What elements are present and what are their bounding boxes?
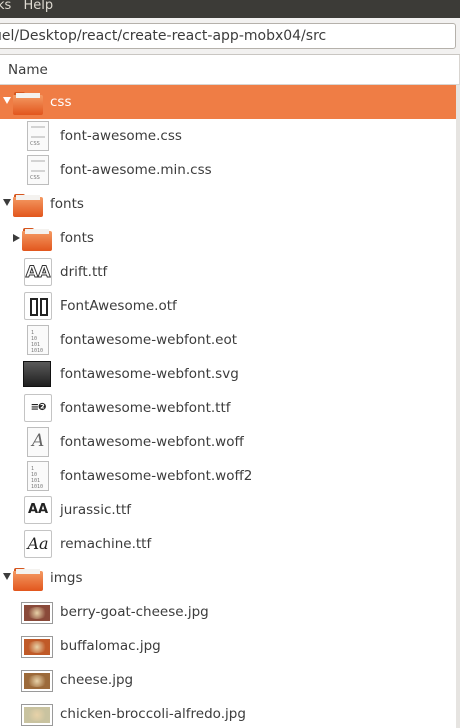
file-row-fontawesome-otf[interactable]: FontAwesome.otf [0,289,456,323]
image-thumbnail-icon [22,631,52,661]
folder-row-css[interactable]: css [0,85,456,119]
binary-file-icon: 1 10 101 1010 [22,461,52,491]
column-header: Name [0,55,460,85]
font-preview-icon: AA [22,495,52,525]
file-row-drift-ttf[interactable]: AA drift.ttf [0,255,456,289]
file-row-fontawesome-webfont-svg[interactable]: fontawesome-webfont.svg [0,357,456,391]
location-input[interactable]: uel/Desktop/react/create-react-app-mobx0… [0,23,456,49]
file-row-remachine-ttf[interactable]: Aa remachine.ttf [0,527,456,561]
css-file-icon: CSS [22,155,52,185]
column-name-header[interactable]: Name [0,55,460,85]
file-row-cheese-jpg[interactable]: cheese.jpg [0,663,456,697]
location-bar: uel/Desktop/react/create-react-app-mobx0… [0,18,460,55]
item-name: css [50,94,72,110]
folder-icon [13,563,43,593]
folder-icon [22,223,52,253]
font-preview-icon: ≡❷ [22,393,52,423]
file-row-fontawesome-webfont-woff2[interactable]: 1 10 101 1010 fontawesome-webfont.woff2 [0,459,456,493]
item-name: font-awesome.min.css [60,162,212,178]
image-thumbnail-icon [22,665,52,695]
image-thumbnail-icon [22,699,52,728]
item-name: fontawesome-webfont.woff2 [60,468,253,484]
font-preview-icon: AA [22,257,52,287]
file-tree: css CSS font-awesome.css CSS font-awesome.mi… [0,85,456,728]
font-preview-icon: Aa [22,529,52,559]
item-name: fonts [60,230,94,246]
item-name: chicken-broccoli-alfredo.jpg [60,706,246,722]
css-file-icon: CSS [22,121,52,151]
folder-row-imgs[interactable]: imgs [0,561,456,595]
svg-file-icon [22,359,52,389]
file-row-fontawesome-webfont-woff[interactable]: Afontawesome-webfont.woff [0,425,456,459]
file-row-fontawesome-webfont-eot[interactable]: 1 10 101 1010 fontawesome-webfont.eot [0,323,456,357]
binary-file-icon: 1 10 101 1010 [22,325,52,355]
expander-open-icon[interactable] [3,97,11,104]
expander-open-icon[interactable] [3,199,11,206]
folder-row-fonts[interactable]: fonts [0,221,456,255]
menu-help[interactable]: Help [19,0,57,12]
folder-row-fonts[interactable]: fonts [0,187,456,221]
image-thumbnail-icon [22,597,52,627]
item-name: fontawesome-webfont.ttf [60,400,231,416]
scrollbar[interactable] [456,85,460,728]
item-name: FontAwesome.otf [60,298,177,314]
file-row-jurassic-ttf[interactable]: AA jurassic.ttf [0,493,456,527]
folder-icon [13,189,43,219]
file-row-buffalomac-jpg[interactable]: buffalomac.jpg [0,629,456,663]
item-name: buffalomac.jpg [60,638,161,654]
item-name: cheese.jpg [60,672,134,688]
item-name: fontawesome-webfont.svg [60,366,239,382]
item-name: drift.ttf [60,264,108,280]
folder-icon [13,87,43,117]
item-name: imgs [50,570,83,586]
file-row-fontawesome-webfont-ttf[interactable]: ≡❷ fontawesome-webfont.ttf [0,391,456,425]
expander-open-icon[interactable] [3,573,11,580]
item-name: fontawesome-webfont.woff [60,434,244,450]
menu-bar: ks Help [0,0,460,18]
expander-closed-icon[interactable] [13,234,20,242]
menu-bookmarks[interactable]: ks [0,0,15,12]
file-row-chicken-broccoli-alfredo-jpg[interactable]: chicken-broccoli-alfredo.jpg [0,697,456,728]
item-name: fonts [50,196,84,212]
font-file-icon: A [22,427,52,457]
item-name: jurassic.ttf [60,502,132,518]
file-row-font-awesome-min-css[interactable]: CSS font-awesome.min.css [0,153,456,187]
font-preview-icon [22,291,52,321]
item-name: remachine.ttf [60,536,152,552]
item-name: font-awesome.css [60,128,182,144]
location-text: uel/Desktop/react/create-react-app-mobx0… [0,28,327,44]
item-name: fontawesome-webfont.eot [60,332,238,348]
file-row-font-awesome-css[interactable]: CSS font-awesome.css [0,119,456,153]
file-row-berry-goat-cheese-jpg[interactable]: berry-goat-cheese.jpg [0,595,456,629]
item-name: berry-goat-cheese.jpg [60,604,209,620]
